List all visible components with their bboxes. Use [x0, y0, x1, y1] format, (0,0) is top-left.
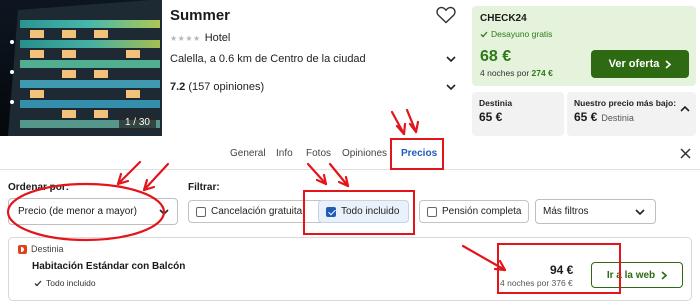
offer-feature-label: Desayuno gratis [491, 29, 553, 39]
check-icon [34, 280, 42, 286]
annotation-arrow [405, 108, 418, 134]
more-filters-label: Más filtros [543, 206, 589, 217]
annotation-arrow [306, 162, 328, 186]
annotation-box-all-inclusive [303, 190, 415, 235]
price-compare-first[interactable]: Destinia 65 € [472, 92, 564, 136]
destinia-logo-icon [18, 245, 27, 254]
annotation-arrow [142, 162, 170, 192]
rating-score: 7.2 [170, 81, 186, 93]
tab-general[interactable]: General [230, 148, 266, 159]
detail-tabs: General Info Fotos Opiniones Precios [0, 141, 700, 167]
sort-select[interactable]: Precio (de menor a mayor) [8, 198, 178, 225]
offer-nights-total: 274 € [531, 68, 553, 78]
hotel-photo[interactable]: 1 / 30 [0, 0, 162, 136]
annotation-box-deal-price [497, 243, 621, 294]
photo-counter: 1 / 30 [118, 115, 156, 130]
checkbox[interactable] [196, 206, 206, 217]
hotel-category: Hotel [204, 32, 231, 44]
offer-nights-prefix: 4 noches por [480, 68, 530, 78]
divider [0, 169, 700, 170]
offer-feature: Desayuno gratis [480, 29, 552, 39]
annotation-arrow [390, 110, 406, 136]
deal-inclusion: Todo incluido [34, 278, 96, 288]
annotation-box-prices-tab [390, 138, 444, 170]
location-text: Calella, a 0.6 km de Centro de la ciudad [170, 53, 366, 65]
hotel-class: ★★★★ Hotel [170, 32, 230, 44]
tab-photos[interactable]: Fotos [306, 148, 331, 159]
sort-select-value: Precio (de menor a mayor) [18, 206, 137, 217]
lowest-price-box[interactable]: Nuestro precio más bajo: 65 € Destinia [567, 92, 696, 136]
more-filters-select[interactable]: Más filtros [535, 199, 656, 224]
view-offer-label: Ver oferta [608, 58, 660, 70]
tab-reviews[interactable]: Opiniones [342, 148, 387, 159]
rating-text: 7.2 (157 opiniones) [170, 81, 264, 93]
lowest-price-value: 65 € Destinia [574, 110, 634, 124]
compare-price: 65 € [479, 110, 503, 124]
chevron-up-icon[interactable] [680, 105, 690, 112]
rating-row[interactable]: 7.2 (157 opiniones) [170, 81, 456, 93]
offer-price: 68 € [480, 48, 512, 65]
offer-provider: CHECK24 [480, 13, 527, 24]
offer-nights: 4 noches por 274 € [480, 68, 553, 78]
lowest-price-label: Nuestro precio más bajo: [574, 98, 677, 108]
chevron-down-icon [159, 209, 169, 216]
deal-provider: Destinia [31, 244, 64, 254]
checkbox[interactable] [427, 206, 437, 217]
check-icon [480, 31, 488, 37]
close-icon[interactable] [680, 148, 691, 159]
top-offer-panel[interactable]: CHECK24 Desayuno gratis 68 € 4 noches po… [472, 6, 696, 86]
chevron-down-icon[interactable] [446, 55, 456, 63]
tab-info[interactable]: Info [276, 148, 293, 159]
chevron-right-icon [661, 270, 668, 280]
deal-inclusion-label: Todo incluido [46, 278, 96, 288]
chevron-down-icon[interactable] [446, 83, 456, 91]
sort-label: Ordenar por: [8, 182, 70, 193]
filter-full-board[interactable]: Pensión completa [419, 200, 529, 223]
annotation-arrow [328, 162, 350, 188]
lowest-price-amount: 65 € [574, 110, 598, 124]
heart-icon[interactable] [436, 6, 456, 24]
compare-provider: Destinia [479, 98, 513, 108]
stars-icon: ★★★★ [170, 33, 201, 43]
filter-chip-label: Pensión completa [442, 206, 522, 217]
chevron-right-icon [665, 59, 672, 69]
deal-room-name: Habitación Estándar con Balcón [32, 261, 186, 272]
filter-chip-label: Cancelación gratuita [211, 206, 303, 217]
lowest-price-provider: Destinia [601, 113, 634, 123]
rating-count: (157 opiniones) [188, 81, 265, 93]
view-offer-button[interactable]: Ver oferta [591, 50, 689, 78]
hotel-name: Summer [170, 7, 231, 24]
filter-label: Filtrar: [188, 182, 220, 193]
chevron-down-icon [635, 209, 645, 216]
location-row[interactable]: Calella, a 0.6 km de Centro de la ciudad [170, 53, 456, 65]
